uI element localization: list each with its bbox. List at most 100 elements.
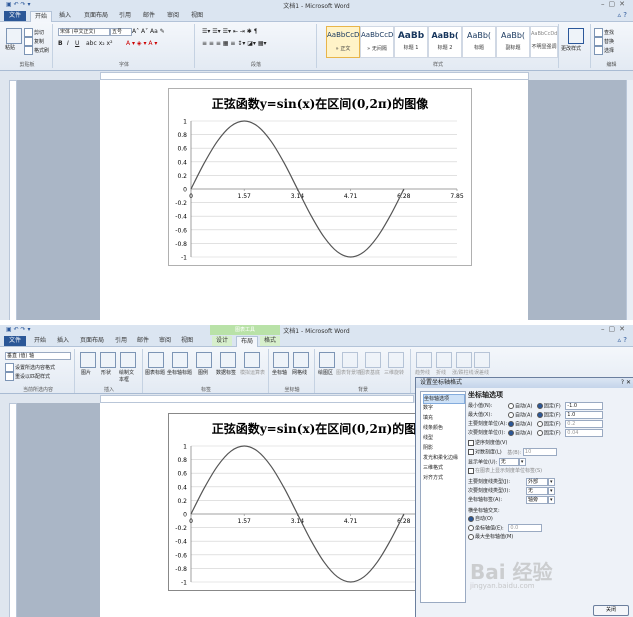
strikethrough-button[interactable]: abc x₂ x² [86, 40, 113, 47]
tab-page-layout-2[interactable]: 页面布局 [76, 336, 108, 346]
chart-title-button[interactable]: 图表标题 [145, 369, 165, 376]
window-controls-2[interactable]: –▢✕ [601, 325, 629, 333]
tab-file[interactable]: 文件 [4, 11, 26, 21]
chart-floor-icon[interactable] [365, 352, 381, 368]
tab-view[interactable]: 视图 [188, 11, 206, 21]
tab-design[interactable]: 设计 [212, 336, 232, 346]
nav-alignment[interactable]: 对齐方式 [423, 474, 463, 482]
nav-3d-format[interactable]: 三维格式 [423, 464, 463, 472]
help-icon-2[interactable]: ▵ ? [618, 336, 627, 344]
data-labels-icon[interactable] [220, 352, 236, 368]
major-value-input[interactable]: 0.2 [565, 420, 604, 428]
tab-home[interactable]: 开始 [30, 11, 52, 22]
vertical-ruler-2[interactable] [9, 403, 17, 617]
axes-button[interactable]: 坐标轴 [272, 369, 287, 376]
picture-button[interactable]: 图片 [81, 369, 91, 376]
gridlines-icon[interactable] [293, 352, 309, 368]
log-checkbox[interactable] [468, 449, 474, 455]
italic-button[interactable]: I [67, 40, 69, 47]
align-buttons[interactable]: ≡ ≡ ≡ ▦ ≡ ↕▾ ◪▾ ▦▾ [202, 40, 267, 47]
chart-floor-button[interactable]: 图表基底 [360, 369, 380, 376]
tab-view-2[interactable]: 视图 [178, 336, 196, 346]
paste-icon[interactable] [6, 28, 22, 44]
error-bars-icon[interactable] [474, 352, 490, 368]
display-units-select[interactable]: 无 [498, 458, 519, 466]
tab-mailings-2[interactable]: 邮件 [134, 336, 152, 346]
tab-references-2[interactable]: 引用 [112, 336, 130, 346]
vertical-ruler[interactable] [9, 80, 17, 320]
style-title[interactable]: AaBb(标题 [462, 26, 496, 58]
style-subtitle[interactable]: AaBb(副标题 [496, 26, 530, 58]
nav-axis-options[interactable]: 坐标轴选项 [423, 394, 465, 404]
error-bars-button[interactable]: 误差线 [474, 369, 489, 376]
style-normal[interactable]: AaBbCcDd» 正文 [326, 26, 364, 58]
nav-fill[interactable]: 填充 [423, 414, 463, 422]
major-tick-select[interactable]: 外部 [526, 478, 548, 486]
shapes-button[interactable]: 形状 [101, 369, 111, 376]
major-auto-radio[interactable] [508, 421, 514, 427]
tab-review[interactable]: 审阅 [164, 11, 182, 21]
style-subtle-emphasis[interactable]: AaBbCcDd 不明显强调 [530, 26, 558, 58]
change-styles-icon[interactable] [568, 28, 584, 44]
cut-button[interactable]: 剪切 [24, 28, 44, 37]
paste-button[interactable]: 粘贴 [5, 44, 15, 51]
up-down-bars-button[interactable]: 涨/跌柱线 [452, 369, 474, 376]
list-buttons[interactable]: ☰▾ ☰▾ ☰▾ ⇤ ⇥ ✱ ¶ [202, 28, 258, 35]
font-size-select[interactable]: 五号 [110, 28, 132, 36]
show-units-checkbox[interactable] [468, 467, 474, 474]
change-styles-button[interactable]: 更改样式 [561, 45, 581, 52]
copy-button[interactable]: 复制 [24, 37, 44, 46]
format-painter-button[interactable]: 格式刷 [24, 46, 49, 55]
major-fixed-radio[interactable] [536, 421, 543, 427]
lines-button[interactable]: 折线 [436, 369, 446, 376]
min-auto-radio[interactable] [508, 403, 514, 409]
style-no-spacing[interactable]: AaBbCcDd» 无间隔 [360, 26, 398, 58]
chart-wall-button[interactable]: 图表背景墙 [336, 369, 361, 376]
3d-rotation-icon[interactable] [388, 352, 404, 368]
close-button[interactable]: 关闭 [593, 605, 629, 616]
document-page[interactable]: 正弦函数y=sin(x)在区间(0,2π)的图像 1 0.8 0.6 0.4 0.2 0-… [100, 80, 528, 320]
replace-button[interactable]: 替换 [594, 37, 614, 46]
trendline-button[interactable]: 趋势线 [415, 369, 430, 376]
chart-wall-icon[interactable] [342, 352, 358, 368]
minor-value-input[interactable]: 0.04 [565, 429, 604, 437]
minor-tick-select[interactable]: 无 [526, 487, 548, 495]
picture-icon[interactable] [80, 352, 96, 368]
tab-format[interactable]: 格式 [260, 336, 280, 346]
legend-button[interactable]: 图例 [198, 369, 208, 376]
data-table-icon[interactable] [244, 352, 260, 368]
window-controls[interactable]: –▢✕ [601, 0, 629, 8]
textbox-icon[interactable] [120, 352, 136, 368]
max-value-input[interactable]: 1.0 [565, 411, 604, 419]
nav-number[interactable]: 数字 [423, 404, 463, 412]
textbox-button[interactable]: 绘制文本框 [119, 369, 137, 383]
nav-shadow[interactable]: 阴影 [423, 444, 463, 452]
min-value-input[interactable]: -1.0 [565, 402, 604, 410]
tab-mailings[interactable]: 邮件 [140, 11, 158, 21]
shapes-icon[interactable] [100, 352, 116, 368]
nav-line-style[interactable]: 线型 [423, 434, 463, 442]
tab-review-2[interactable]: 审阅 [156, 336, 174, 346]
legend-icon[interactable] [196, 352, 212, 368]
gridlines-button[interactable]: 网格线 [292, 369, 307, 376]
lines-icon[interactable] [436, 352, 452, 368]
minor-fixed-radio[interactable] [536, 430, 543, 436]
help-icon[interactable]: ▵ ? [618, 11, 627, 19]
tab-insert-2[interactable]: 插入 [54, 336, 72, 346]
bold-button[interactable]: B [58, 40, 63, 47]
cross-value-radio[interactable] [468, 525, 474, 531]
axis-label-select[interactable]: 轴旁 [526, 496, 548, 504]
plot-area-icon[interactable] [319, 352, 335, 368]
tab-layout[interactable]: 布局 [236, 336, 258, 347]
cross-value-input[interactable]: 0.0 [508, 524, 543, 532]
vertical-scrollbar[interactable] [626, 80, 633, 320]
nav-glow[interactable]: 发光和柔化边缘 [423, 454, 463, 462]
axis-title-icon[interactable] [172, 352, 188, 368]
dialog-close-icon[interactable]: ? ✕ [621, 378, 631, 388]
max-auto-radio[interactable] [508, 412, 514, 418]
horizontal-ruler-2[interactable] [100, 395, 414, 403]
reset-style-button[interactable]: 重设以匹配样式 [5, 372, 50, 381]
3d-rotation-button[interactable]: 三维旋转 [384, 369, 404, 376]
nav-line-color[interactable]: 线条颜色 [423, 424, 463, 432]
minor-auto-radio[interactable] [508, 430, 514, 436]
